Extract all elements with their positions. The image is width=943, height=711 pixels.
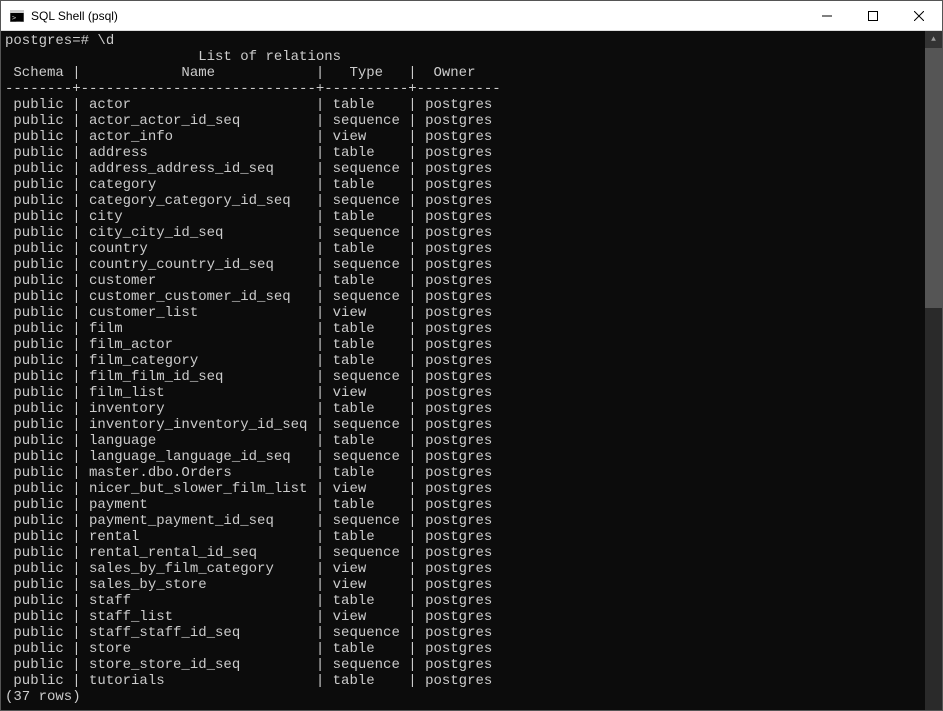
titlebar-left: >_ SQL Shell (psql) [1,8,118,24]
terminal-output[interactable]: postgres=# \d List of relations Schema |… [1,31,925,710]
window-controls [804,1,942,30]
scroll-up-arrow[interactable]: ▲ [925,31,942,48]
close-button[interactable] [896,1,942,30]
content-area: postgres=# \d List of relations Schema |… [1,31,942,710]
vertical-scrollbar[interactable]: ▲ [925,31,942,710]
main-window: >_ SQL Shell (psql) postgres=# \d List o… [0,0,943,711]
svg-text:>_: >_ [12,14,21,22]
scroll-thumb[interactable] [925,48,942,308]
titlebar[interactable]: >_ SQL Shell (psql) [1,1,942,31]
terminal-icon: >_ [9,8,25,24]
maximize-button[interactable] [850,1,896,30]
minimize-button[interactable] [804,1,850,30]
window-title: SQL Shell (psql) [31,9,118,23]
